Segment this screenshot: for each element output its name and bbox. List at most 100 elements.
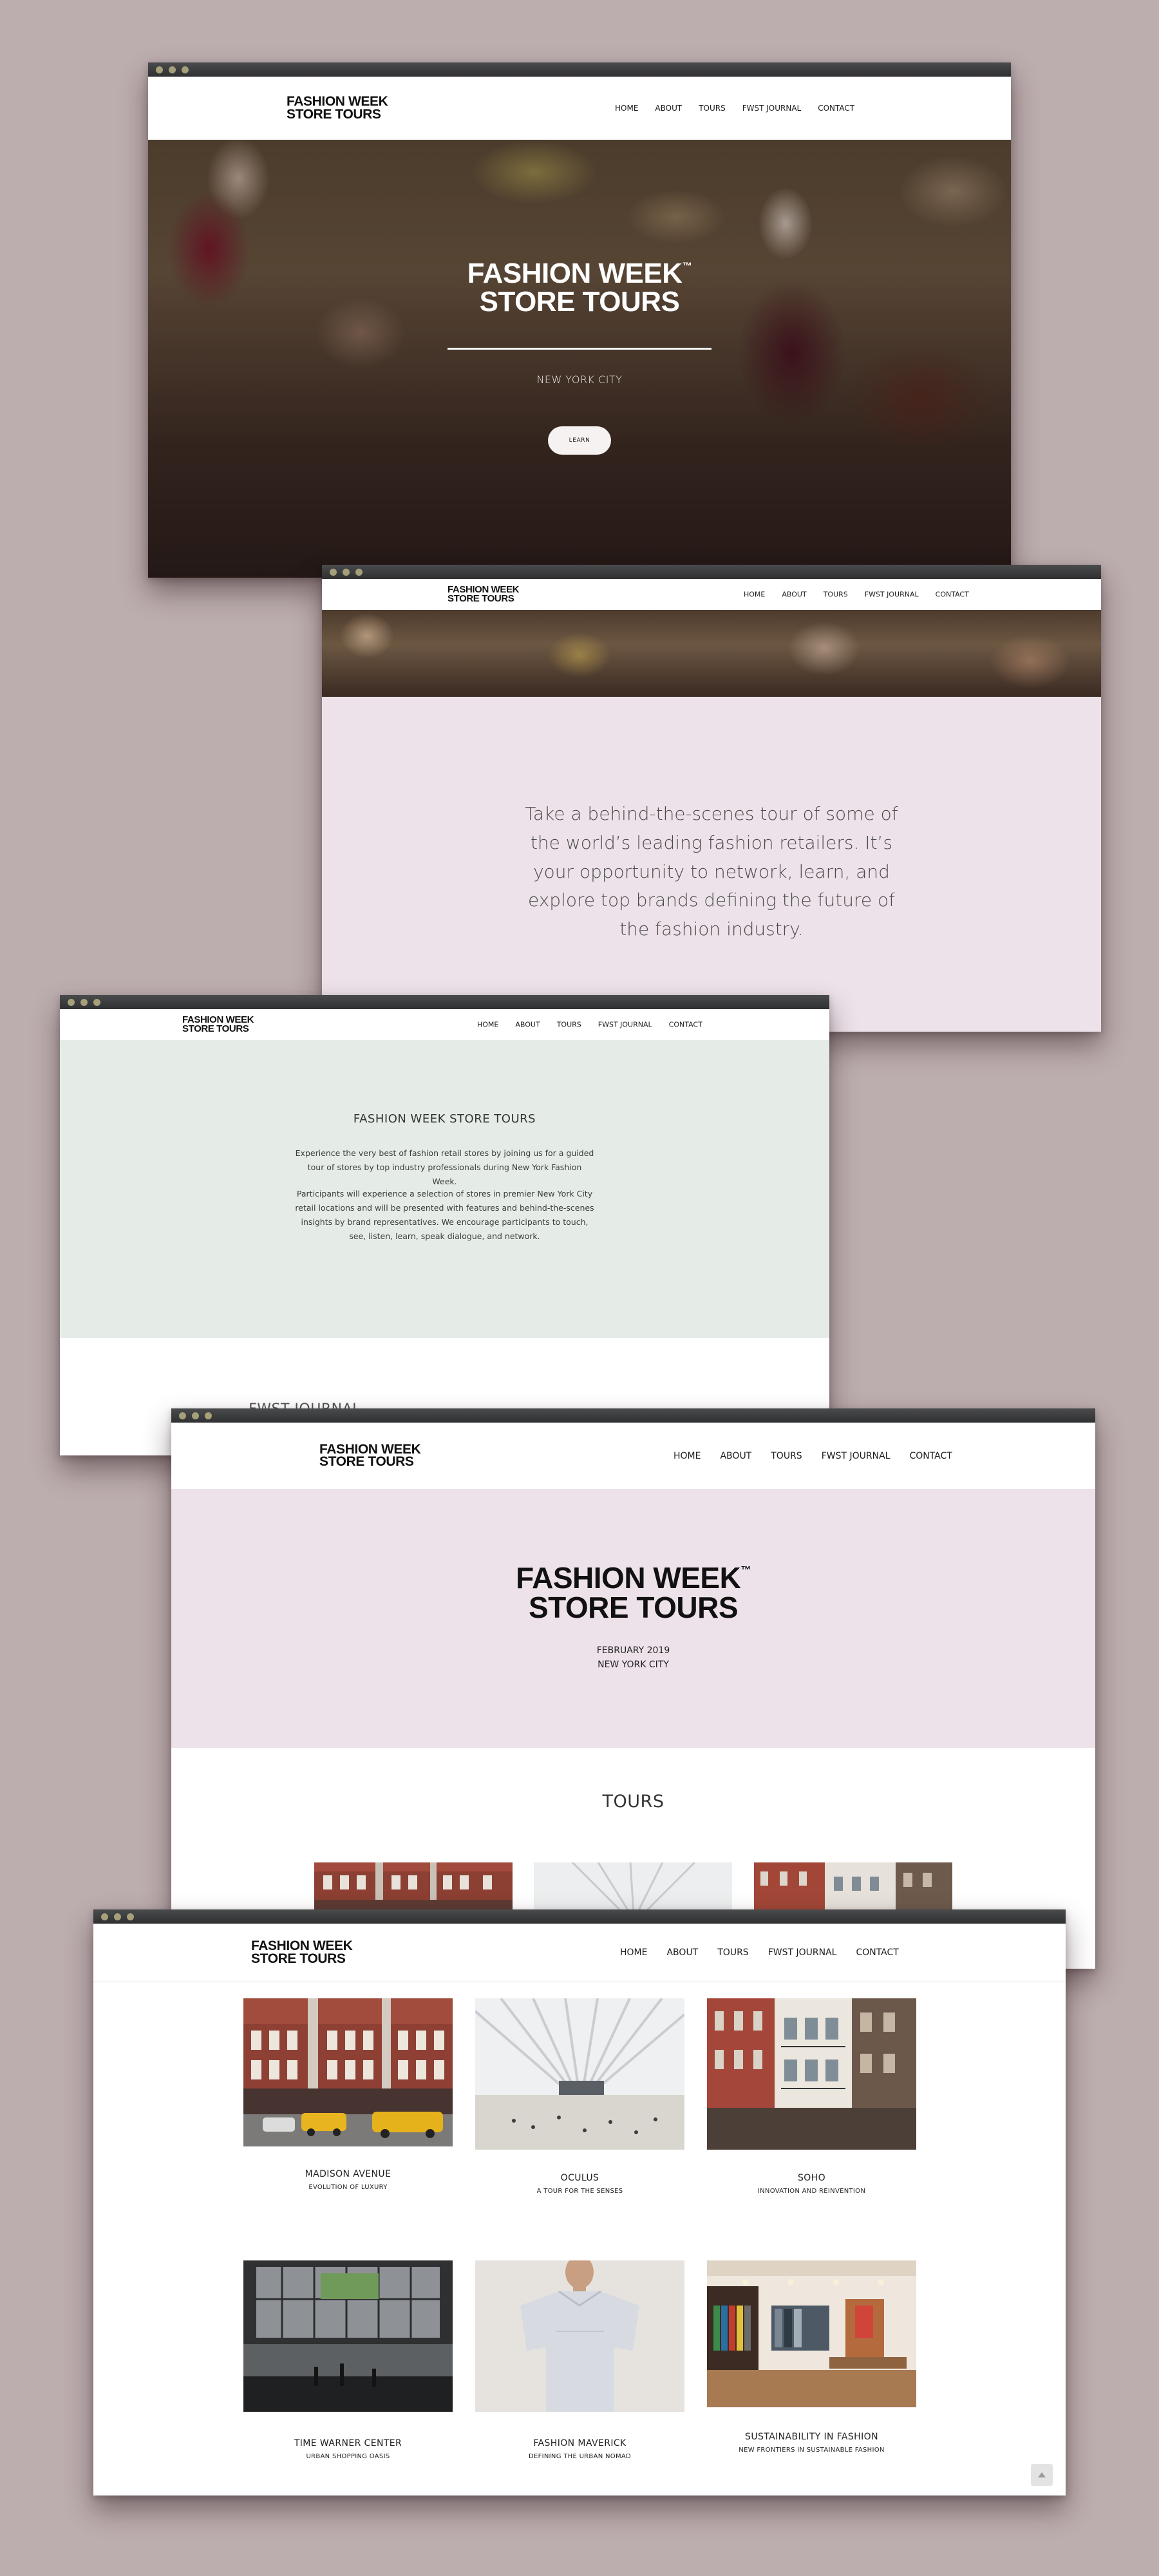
oculus-thumb-image — [534, 1862, 732, 1914]
nav-home[interactable]: HOME — [615, 104, 638, 113]
tours-heading: TOURS — [602, 1792, 664, 1812]
nav-home[interactable]: HOME — [477, 1021, 498, 1029]
nav-fwst-journal[interactable]: FWST JOURNAL — [598, 1021, 652, 1029]
nav-tours[interactable]: TOURS — [557, 1021, 581, 1029]
site-logo[interactable]: FASHION WEEK STORE TOURS — [319, 1441, 421, 1470]
nav-tours[interactable]: TOURS — [717, 1947, 748, 1958]
tour-subtitle: NEW FRONTIERS IN SUSTAINABLE FASHION — [739, 2447, 885, 2454]
nav-contact[interactable]: CONTACT — [909, 1451, 952, 1461]
site-logo[interactable]: FASHION WEEK STORE TOURS — [182, 1015, 254, 1034]
window-close-dot[interactable] — [179, 1412, 186, 1419]
hero-location: NEW YORK CITY — [536, 374, 623, 386]
window-close-dot[interactable] — [156, 66, 163, 73]
logo-line2: STORE TOURS — [448, 593, 514, 604]
window-minimize-dot[interactable] — [169, 66, 176, 73]
tour-name: FASHION MAVERICK — [533, 2438, 627, 2448]
tours-date-location: FEBRUARY 2019 NEW YORK CITY — [171, 1643, 1095, 1672]
logo-line2: STORE TOURS — [182, 1023, 249, 1034]
site-logo[interactable]: FASHION WEEK STORE TOURS — [251, 1939, 353, 1966]
tour-card-oculus[interactable]: OCULUS A TOUR FOR THE SENSES — [475, 1998, 684, 2204]
window-close-dot[interactable] — [101, 1913, 108, 1920]
window-zoom-dot[interactable] — [127, 1913, 134, 1920]
hero-overlay — [148, 140, 1011, 578]
tour-thumbnail-madison[interactable] — [314, 1862, 513, 1914]
nav-home[interactable]: HOME — [674, 1451, 701, 1461]
nav-fwst-journal[interactable]: FWST JOURNAL — [865, 591, 919, 599]
tour-name: OCULUS — [560, 2173, 599, 2183]
window-minimize-dot[interactable] — [343, 569, 350, 576]
nav-contact[interactable]: CONTACT — [856, 1947, 898, 1958]
window-close-dot[interactable] — [68, 999, 75, 1006]
logo-line1: FASHION WEEK — [319, 1441, 421, 1457]
site-logo[interactable]: FASHION WEEK STORE TOURS — [287, 95, 388, 121]
soho-thumb-image — [754, 1862, 952, 1914]
window-zoom-dot[interactable] — [355, 569, 363, 576]
nav-fwst-journal[interactable]: FWST JOURNAL — [822, 1451, 890, 1461]
main-nav: HOME ABOUT TOURS FWST JOURNAL CONTACT — [615, 104, 854, 113]
hero-title-line2: STORE TOURS — [479, 286, 680, 317]
site-header: FASHION WEEK STORE TOURS HOME ABOUT TOUR… — [60, 1009, 829, 1041]
tour-name: SUSTAINABILITY IN FASHION — [745, 2432, 878, 2442]
nav-contact[interactable]: CONTACT — [669, 1021, 702, 1029]
main-nav: HOME ABOUT TOURS FWST JOURNAL CONTACT — [620, 1947, 899, 1958]
window-zoom-dot[interactable] — [93, 999, 100, 1006]
tour-card-sustainability-in-fashion[interactable]: SUSTAINABILITY IN FASHION NEW FRONTIERS … — [707, 2260, 916, 2467]
hero-title-line1: FASHION WEEK — [467, 258, 683, 289]
nav-tours[interactable]: TOURS — [824, 591, 848, 599]
browser-window-intro: FASHION WEEK STORE TOURS HOME ABOUT TOUR… — [322, 565, 1101, 1032]
nav-tours[interactable]: TOURS — [771, 1451, 802, 1461]
logo-line2: STORE TOURS — [287, 107, 381, 122]
nav-tours[interactable]: TOURS — [699, 104, 726, 113]
tour-card-soho[interactable]: SOHO INNOVATION AND REINVENTION — [707, 1998, 916, 2204]
nav-fwst-journal[interactable]: FWST JOURNAL — [768, 1947, 837, 1958]
nav-contact[interactable]: CONTACT — [818, 104, 854, 113]
window-zoom-dot[interactable] — [182, 66, 189, 73]
learn-button[interactable]: LEARN — [548, 426, 611, 455]
hero-title: FASHION WEEK™ STORE TOURS — [148, 260, 1011, 316]
tour-thumbnail-soho[interactable] — [754, 1862, 952, 1914]
nav-about[interactable]: ABOUT — [515, 1021, 540, 1029]
tour-subtitle: A TOUR FOR THE SENSES — [536, 2188, 623, 2195]
tour-subtitle: EVOLUTION OF LUXURY — [308, 2184, 388, 2191]
nav-about[interactable]: ABOUT — [782, 591, 806, 599]
main-nav: HOME ABOUT TOURS FWST JOURNAL CONTACT — [744, 591, 969, 599]
window-titlebar — [60, 995, 829, 1009]
tour-image — [475, 1998, 684, 2150]
tours-city: NEW YORK CITY — [598, 1660, 669, 1671]
window-minimize-dot[interactable] — [80, 999, 88, 1006]
window-zoom-dot[interactable] — [205, 1412, 212, 1419]
logo-line2: STORE TOURS — [319, 1454, 414, 1470]
tours-date: FEBRUARY 2019 — [596, 1645, 670, 1656]
nav-about[interactable]: ABOUT — [666, 1947, 698, 1958]
nav-about[interactable]: ABOUT — [720, 1451, 751, 1461]
window-minimize-dot[interactable] — [114, 1913, 121, 1920]
nav-contact[interactable]: CONTACT — [936, 591, 969, 599]
main-nav: HOME ABOUT TOURS FWST JOURNAL CONTACT — [674, 1451, 952, 1461]
tours-title-line2: STORE TOURS — [528, 1591, 739, 1624]
hero-image-strip — [322, 610, 1101, 697]
window-minimize-dot[interactable] — [192, 1412, 199, 1419]
tour-subtitle: URBAN SHOPPING OASIS — [306, 2453, 390, 2460]
nav-about[interactable]: ABOUT — [655, 104, 682, 113]
tour-subtitle: DEFINING THE URBAN NOMAD — [528, 2453, 632, 2460]
logo-line1: FASHION WEEK — [287, 94, 388, 109]
tour-thumbnail-oculus[interactable] — [534, 1862, 732, 1914]
intro-text: Take a behind-the-scenes tour of some of… — [525, 803, 898, 940]
site-header: FASHION WEEK STORE TOURS HOME ABOUT TOUR… — [171, 1423, 1095, 1490]
nav-fwst-journal[interactable]: FWST JOURNAL — [742, 104, 802, 113]
tour-image — [243, 1998, 453, 2146]
site-logo[interactable]: FASHION WEEK STORE TOURS — [448, 585, 519, 604]
nav-home[interactable]: HOME — [620, 1947, 647, 1958]
about-heading: FASHION WEEK STORE TOURS — [353, 1112, 536, 1126]
scroll-to-top-button[interactable] — [1031, 2464, 1053, 2486]
tour-card-madison-avenue[interactable]: MADISON AVENUE EVOLUTION OF LUXURY — [243, 1998, 453, 2204]
tour-card-time-warner-center[interactable]: TIME WARNER CENTER URBAN SHOPPING OASIS — [243, 2260, 453, 2467]
browser-window-tours-grid: FASHION WEEK STORE TOURS HOME ABOUT TOUR… — [93, 1909, 1066, 2496]
logo-line2: STORE TOURS — [251, 1951, 346, 1966]
hero-divider — [448, 348, 711, 350]
window-close-dot[interactable] — [330, 569, 337, 576]
tour-card-fashion-maverick[interactable]: FASHION MAVERICK DEFINING THE URBAN NOMA… — [475, 2260, 684, 2467]
tour-image — [707, 2260, 916, 2407]
nav-home[interactable]: HOME — [744, 591, 765, 599]
tour-image — [243, 2260, 453, 2412]
